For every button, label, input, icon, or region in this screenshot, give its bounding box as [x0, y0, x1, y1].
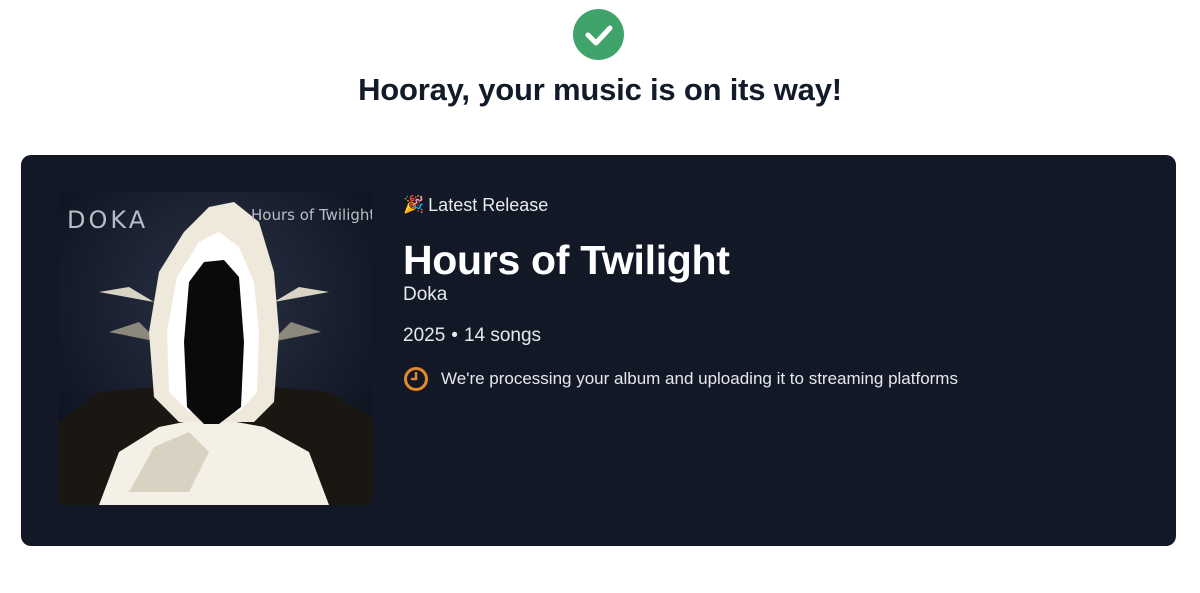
artist-name: Doka	[403, 284, 448, 305]
latest-release-badge: 🎉 Latest Release	[403, 193, 958, 217]
release-year: 2025	[403, 325, 446, 346]
party-popper-icon: 🎉	[403, 195, 425, 214]
page-title: Hooray, your music is on its way!	[358, 72, 842, 107]
latest-release-label: Latest Release	[428, 194, 549, 215]
album-title: Hours of Twilight	[403, 237, 730, 283]
processing-status: We're processing your album and uploadin…	[403, 366, 958, 392]
cover-artist-text: DOKA	[67, 206, 148, 234]
release-meta: 2025 • 14 songs	[403, 324, 958, 348]
clock-icon	[404, 367, 428, 391]
cover-title-text: Hours of Twilight	[251, 206, 372, 224]
album-cover: DOKA Hours of Twilight	[59, 192, 372, 505]
song-count: 14 songs	[463, 325, 542, 346]
release-card: DOKA Hours of Twilight 🎉 Latest Release …	[21, 155, 1176, 546]
release-info: 🎉 Latest Release Hours of Twilight Doka …	[403, 193, 958, 392]
status-text: We're processing your album and uploadin…	[441, 369, 958, 388]
meta-separator: •	[451, 325, 458, 346]
check-circle-icon	[573, 9, 624, 60]
page: Hooray, your music is on its way! DOKA H…	[0, 0, 1200, 593]
